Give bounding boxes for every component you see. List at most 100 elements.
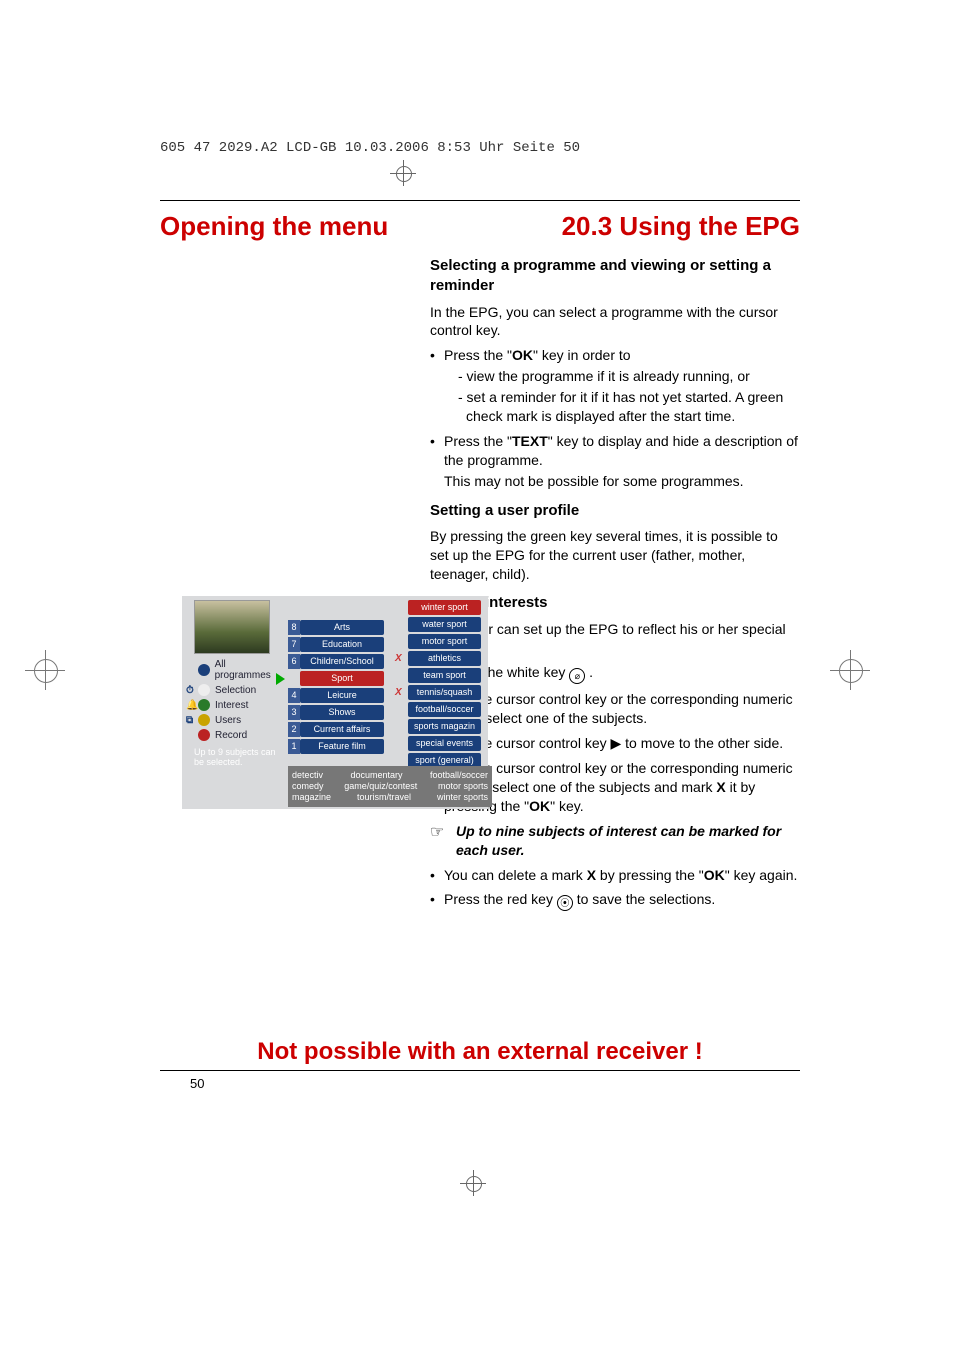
subcategory-row[interactable]: sports magazin: [395, 719, 481, 734]
epg-hint: Up to 9 subjects can be selected.: [194, 748, 276, 768]
x-mark: X: [716, 779, 725, 795]
crop-mark-bottom: [460, 1170, 486, 1196]
ok-key-label: OK: [704, 867, 725, 883]
crop-mark-top: [390, 160, 416, 186]
registration-mark-right: [830, 650, 870, 690]
footer-item: motor sports: [438, 781, 488, 791]
footer-item: magazine: [292, 792, 331, 802]
subject-row[interactable]: 7Education: [288, 637, 384, 652]
subject-number: 4: [288, 688, 300, 703]
subcategory-row[interactable]: water sport: [395, 617, 481, 632]
footer-item: comedy: [292, 781, 324, 791]
subject-label: Feature film: [300, 739, 384, 754]
subcategory-row[interactable]: special events: [395, 736, 481, 751]
heading-selecting: Selecting a programme and viewing or set…: [430, 256, 800, 297]
subject-label: Leicure: [300, 688, 384, 703]
subject-row[interactable]: 6Children/School: [288, 654, 384, 669]
text: to save the selections.: [573, 891, 715, 907]
side-selection[interactable]: ⏱ Selection: [186, 684, 282, 696]
footer-item: documentary: [350, 770, 402, 780]
subcategory-label: sports magazin: [408, 719, 481, 734]
subcategory-row[interactable]: Xathletics: [395, 651, 481, 666]
subject-row[interactable]: 4Leicure: [288, 688, 384, 703]
white-dot-icon: [198, 684, 210, 696]
subject-number: 1: [288, 739, 300, 754]
heading-user-profile: Setting a user profile: [430, 501, 800, 521]
footer-item: game/quiz/contest: [344, 781, 417, 791]
subject-number: 7: [288, 637, 300, 652]
footer-row: magazine tourism/travel winter sports: [292, 792, 488, 802]
body-column: Selecting a programme and viewing or set…: [430, 256, 800, 911]
subject-label: Arts: [300, 620, 384, 635]
page-number: 50: [190, 1076, 204, 1091]
bullet-delete-mark: You can delete a mark X by pressing the …: [430, 866, 800, 885]
bottom-banner: Not possible with an external receiver !: [160, 1038, 800, 1071]
print-header-note: 605 47 2029.A2 LCD-GB 10.03.2006 8:53 Uh…: [160, 140, 580, 156]
text: by pressing the ": [596, 867, 704, 883]
subcategory-row[interactable]: Xtennis/squash: [395, 685, 481, 700]
bullet-ok-key: Press the "OK" key in order to - view th…: [430, 346, 800, 426]
subject-row[interactable]: 1Feature film: [288, 739, 384, 754]
x-mark-icon: X: [395, 653, 405, 664]
subcategory-label: tennis/squash: [408, 685, 481, 700]
tv-preview-thumbnail: [194, 600, 270, 654]
users-icon: ⧉: [186, 715, 196, 726]
text-key-note: This may not be possible for some progra…: [444, 472, 800, 491]
play-arrow-icon: [276, 673, 285, 685]
label: Selection: [215, 685, 256, 696]
label: Interest: [215, 700, 248, 711]
side-all-programmes[interactable]: All programmes: [186, 659, 282, 681]
subject-number: 3: [288, 705, 300, 720]
label: Users: [215, 715, 241, 726]
blue-dot-icon: [198, 664, 210, 676]
subcategory-label: motor sport: [408, 634, 481, 649]
opening-menu-title: Opening the menu: [160, 211, 388, 242]
subject-label: Shows: [300, 705, 384, 720]
epg-subject-column: 8Arts 7Education 6Children/School Sport 4Lei…: [288, 620, 384, 756]
side-interest[interactable]: 🔔 Interest: [186, 699, 282, 711]
side-users[interactable]: ⧉ Users: [186, 714, 282, 726]
text-key-label: TEXT: [512, 433, 548, 449]
subject-row[interactable]: 2Current affairs: [288, 722, 384, 737]
ok-key-label: OK: [512, 347, 533, 363]
text: Press the ": [444, 433, 512, 449]
subject-row[interactable]: 8Arts: [288, 620, 384, 635]
text: " key in order to: [533, 347, 631, 363]
hand-pointer-icon: ☞: [430, 822, 456, 860]
subject-row[interactable]: Sport: [288, 671, 384, 686]
clock-icon: ⏱: [186, 685, 196, 696]
user-profile-paragraph: By pressing the green key several times,…: [430, 527, 800, 584]
subcategory-row[interactable]: team sport: [395, 668, 481, 683]
text: " key.: [550, 798, 584, 814]
bottom-banner-text: Not possible with an external receiver !: [160, 1038, 800, 1066]
sub-set-reminder: - set a reminder for it if it has not ye…: [444, 388, 800, 426]
red-dot-icon: [198, 729, 210, 741]
yellow-dot-icon: [198, 714, 210, 726]
footer-item: tourism/travel: [357, 792, 411, 802]
section-title: 20.3 Using the EPG: [562, 211, 800, 242]
subcategory-label: special events: [408, 736, 481, 751]
text: You can delete a mark: [444, 867, 587, 883]
subject-row[interactable]: 3Shows: [288, 705, 384, 720]
epg-side-menu: All programmes ⏱ Selection 🔔 Interest ⧉ …: [186, 656, 282, 744]
subject-number: 6: [288, 654, 300, 669]
subcategory-label: team sport: [408, 668, 481, 683]
subject-number: 8: [288, 620, 300, 635]
text: " key again.: [725, 867, 798, 883]
x-mark: X: [587, 867, 596, 883]
label: Record: [215, 730, 247, 741]
bullet-red-key: Press the red key ⦿ to save the selectio…: [430, 890, 800, 911]
x-mark-icon: X: [395, 687, 405, 698]
registration-mark-left: [25, 650, 65, 690]
subcategory-label: football/soccer: [408, 702, 481, 717]
subcategory-row[interactable]: winter sport: [395, 600, 481, 615]
note-text: Up to nine subjects of interest can be m…: [456, 822, 800, 860]
footer-item: winter sports: [437, 792, 488, 802]
side-record[interactable]: Record: [186, 729, 282, 741]
subcategory-row[interactable]: football/soccer: [395, 702, 481, 717]
sub-view-programme: - view the programme if it is already ru…: [444, 367, 800, 386]
subcategory-row[interactable]: motor sport: [395, 634, 481, 649]
subject-label: Current affairs: [300, 722, 384, 737]
subcategory-label: water sport: [408, 617, 481, 632]
footer-item: football/soccer: [430, 770, 488, 780]
